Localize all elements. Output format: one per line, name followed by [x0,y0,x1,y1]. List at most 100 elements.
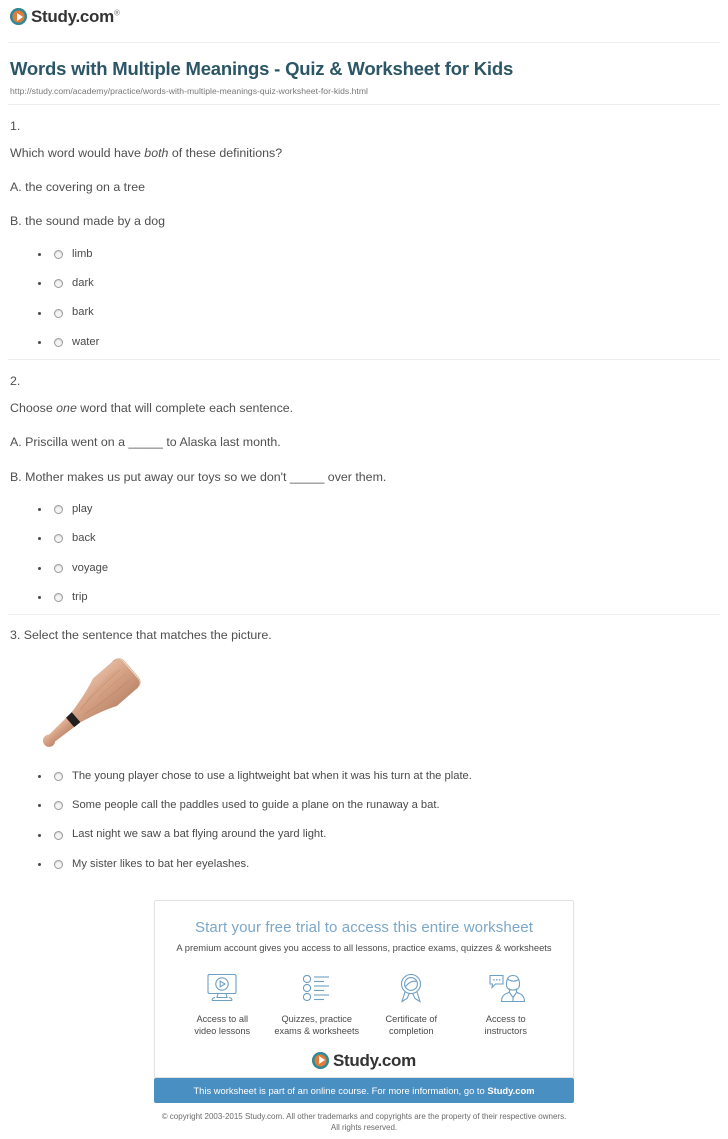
free-trial-card: Start your free trial to access this ent… [154,900,574,1078]
question-2-stem: Choose one word that will complete each … [10,400,718,416]
bullet-icon [38,774,41,778]
list-item[interactable]: Last night we saw a bat flying around th… [38,828,718,841]
feature-label-line1: Access to all [196,1014,249,1024]
feature-certificate: Certificate of completion [364,969,459,1038]
radio-button-icon[interactable] [54,801,63,811]
option-label: voyage [72,561,109,574]
award-ribbon-icon [364,969,459,1007]
option-label: back [72,532,96,545]
q2-stem-before: Choose [10,401,57,416]
logo-text-dotcom: .com [75,7,114,26]
copyright-line-2: All rights reserved. [330,1123,398,1133]
question-2-number: 2. [10,374,21,389]
list-item[interactable]: limb [38,248,718,261]
online-course-banner[interactable]: This worksheet is part of an online cour… [154,1077,574,1103]
question-1-definition-b: B. the sound made by a dog [10,214,165,229]
play-circle-icon [312,1051,330,1069]
bullet-icon [38,341,41,345]
option-label: trip [72,590,88,603]
feature-label-line1: Certificate of [385,1014,438,1024]
page-title: Words with Multiple Meanings - Quiz & Wo… [10,58,514,79]
radio-button-icon[interactable] [54,504,63,514]
feature-label-line1: Access to [485,1014,526,1024]
option-label: play [72,502,93,515]
radio-button-icon[interactable] [54,593,63,603]
radio-button-icon[interactable] [54,830,63,840]
question-3-prompt: 3. Select the sentence that matches the … [10,628,272,643]
list-item[interactable]: bark [38,306,718,319]
radio-button-icon[interactable] [54,771,63,781]
feature-label-line2: video lessons [194,1026,251,1037]
radio-button-icon[interactable] [54,279,63,289]
question-1-options: limb dark bark water [38,248,718,350]
play-circle-icon [10,8,27,25]
bullet-icon [38,833,41,837]
bullet-icon [38,537,41,541]
list-item[interactable]: water [38,336,718,349]
question-3: 3. Select the sentence that matches the … [0,615,728,881]
question-2-sentence-b: B. Mother makes us put away our toys so … [10,469,387,484]
radio-button-icon[interactable] [54,308,63,318]
feature-quizzes-exams: Quizzes, practice exams & worksheets [270,969,365,1038]
promo-title: Start your free trial to access this ent… [195,919,533,936]
question-2-options: play back voyage trip [38,503,718,605]
source-url: http://study.com/academy/practice/words-… [10,86,368,97]
radio-button-icon[interactable] [54,860,63,870]
promo-logo-row: Study.com [169,1050,559,1077]
promo-logo-text-study: Study [333,1050,378,1070]
question-3-options: The young player chose to use a lightwei… [38,770,718,872]
radio-button-icon[interactable] [54,534,63,544]
bullet-icon [38,566,41,570]
q1-stem-emphasis: both [144,146,169,161]
radio-button-icon[interactable] [54,338,63,348]
banner-link[interactable]: Study.com [487,1085,534,1096]
promo-subtitle: A premium account gives you access to al… [176,942,552,953]
option-label: water [72,335,100,348]
bullet-icon [38,252,41,256]
radio-button-icon[interactable] [54,249,63,259]
copyright-line-1: © copyright 2003-2015 Study.com. All oth… [161,1111,567,1121]
worksheet-page: Study.com® Words with Multiple Meanings … [0,0,728,1139]
q2-stem-after: word that will complete each sentence. [76,401,294,416]
bullet-icon [38,311,41,315]
question-1-number: 1. [10,119,21,134]
feature-label: Certificate of completion [364,1013,459,1038]
list-item[interactable]: Some people call the paddles used to gui… [38,799,718,812]
feature-label-line2: instructors [484,1026,527,1037]
option-label: My sister likes to bat her eyelashes. [72,857,250,870]
promo-study-com-logo[interactable]: Study.com [312,1050,416,1070]
q2-stem-emphasis: one [56,401,77,416]
feature-label-line2: exams & worksheets [274,1026,360,1037]
promo-area: Start your free trial to access this ent… [0,900,728,1134]
bullet-icon [38,282,41,286]
list-item[interactable]: trip [38,591,718,604]
brand-bar: Study.com® [0,0,728,34]
banner-text: This worksheet is part of an online cour… [193,1084,488,1096]
feature-label: Access to all video lessons [175,1013,270,1038]
question-1-stem: Which word would have both of these defi… [10,145,718,161]
question-1: 1. Which word would have both of these d… [0,105,728,359]
question-2-sentence-a: A. Priscilla went on a _____ to Alaska l… [10,435,281,450]
study-com-logo[interactable]: Study.com® [10,8,120,25]
instructor-chat-icon [459,969,554,1007]
feature-label: Access to instructors [459,1013,554,1038]
logo-text-study: Study [31,7,76,26]
list-item[interactable]: back [38,532,718,545]
feature-instructors: Access to instructors [459,969,554,1038]
question-3-image [10,650,718,762]
feature-label-line1: Quizzes, practice [281,1014,352,1024]
list-item[interactable]: voyage [38,562,718,575]
list-item[interactable]: play [38,503,718,516]
list-item[interactable]: The young player chose to use a lightwei… [38,770,718,783]
radio-button-icon[interactable] [54,563,63,573]
q1-stem-before: Which word would have [10,146,145,161]
list-item[interactable]: My sister likes to bat her eyelashes. [38,858,718,871]
option-label: Last night we saw a bat flying around th… [72,828,327,841]
q1-stem-after: of these definitions? [168,146,283,161]
list-item[interactable]: dark [38,277,718,290]
bullet-icon [38,596,41,600]
title-block: Words with Multiple Meanings - Quiz & Wo… [0,43,728,104]
logo-trademark: ® [113,8,120,18]
feature-label-line2: completion [389,1026,434,1037]
monitor-play-icon [175,969,270,1007]
